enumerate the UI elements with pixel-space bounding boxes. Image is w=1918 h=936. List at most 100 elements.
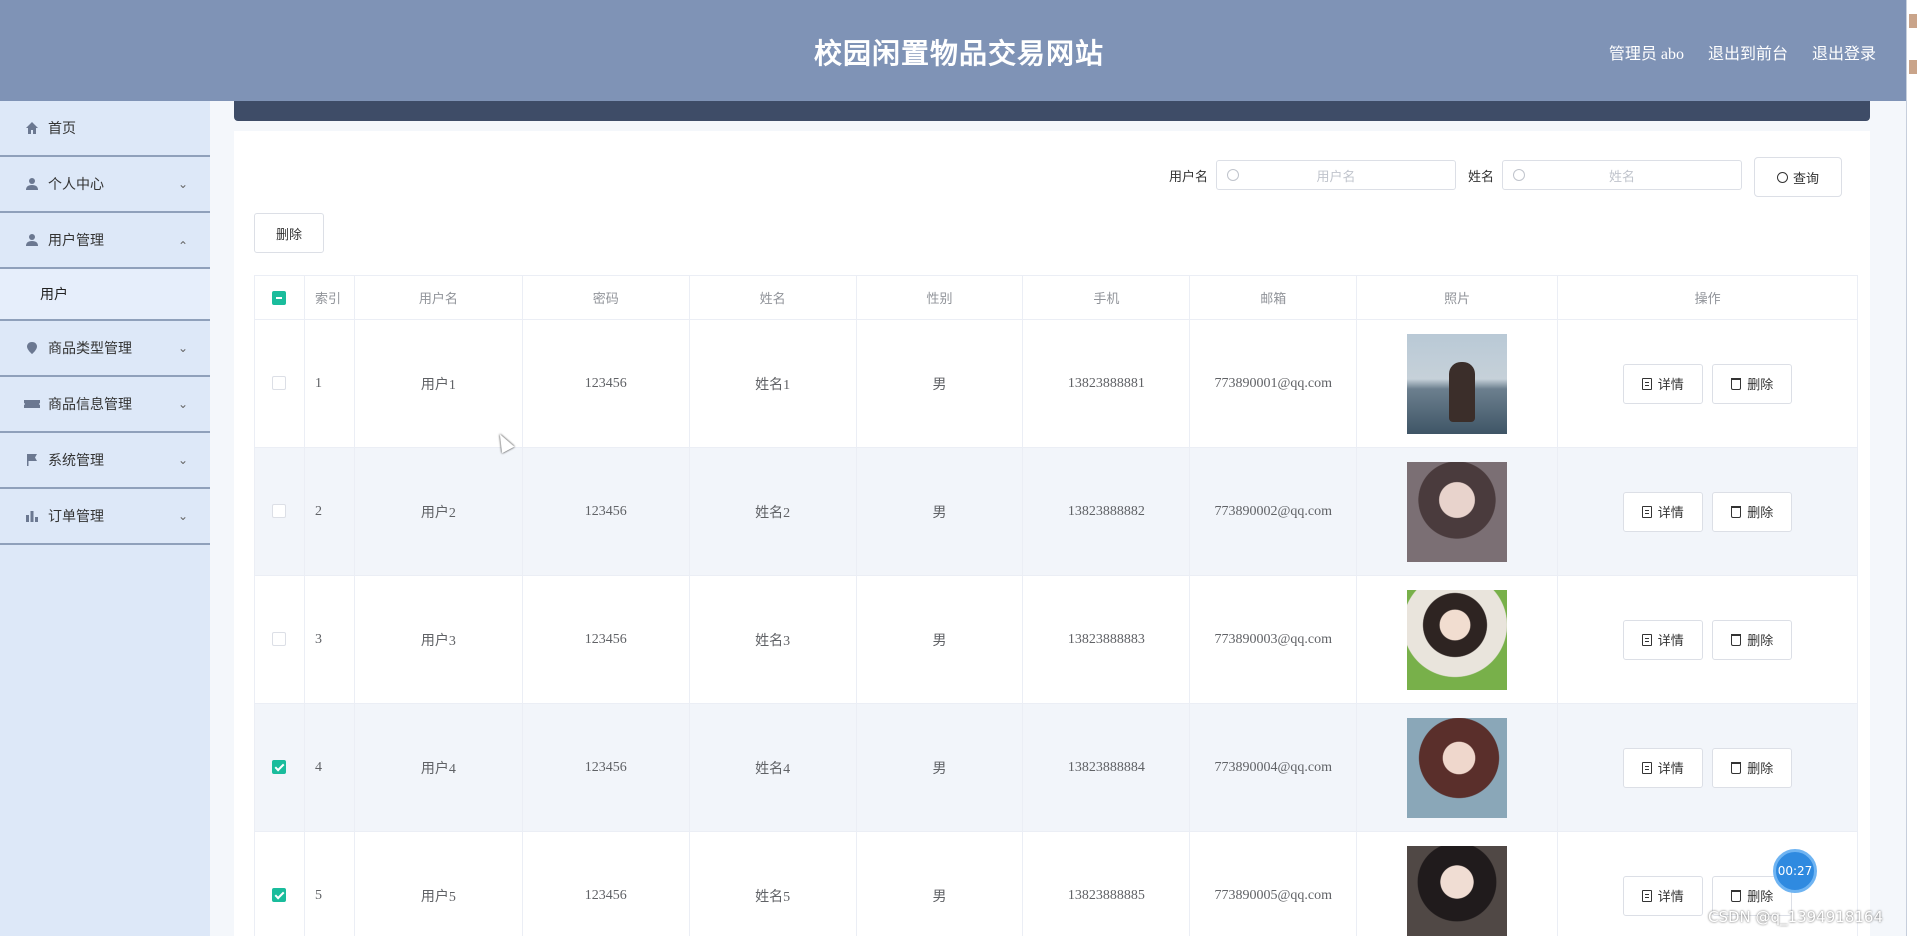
- index-cell: 1: [303, 319, 355, 448]
- password-cell: 123456: [521, 703, 690, 832]
- sidebar-item-category-management[interactable]: 商品类型管理 ⌄: [0, 321, 210, 377]
- chevron-down-icon: ⌄: [177, 341, 188, 355]
- user-photo[interactable]: [1407, 589, 1508, 690]
- username-search-input[interactable]: 用户名: [1215, 160, 1456, 190]
- batch-delete-button[interactable]: 删除: [254, 213, 324, 253]
- chevron-up-icon: ⌃: [177, 239, 188, 253]
- email-cell: 773890001@qq.com: [1189, 319, 1358, 448]
- detail-button[interactable]: 详情: [1622, 875, 1703, 916]
- password-cell: 123456: [521, 447, 690, 576]
- select-all-cell: [254, 275, 305, 320]
- row-select-cell: [254, 319, 305, 448]
- detail-button[interactable]: 详情: [1622, 747, 1703, 788]
- username-cell: 用户3: [353, 575, 523, 704]
- sidebar-item-label: 系统管理: [48, 453, 104, 469]
- password-cell: 123456: [521, 319, 690, 448]
- detail-label: 详情: [1657, 634, 1684, 649]
- select-all-checkbox[interactable]: [272, 290, 287, 305]
- exit-to-front-link[interactable]: 退出到前台: [1708, 40, 1788, 64]
- user-photo[interactable]: [1407, 333, 1508, 434]
- name-cell: 姓名3: [688, 575, 857, 704]
- delete-button[interactable]: 删除: [1712, 363, 1793, 404]
- trash-icon: [1731, 633, 1742, 646]
- delete-button[interactable]: 删除: [1712, 491, 1793, 532]
- phone-cell: 13823888885: [1022, 831, 1191, 936]
- document-icon: [1641, 505, 1652, 518]
- main-content: 用户名 用户名 姓名 姓名 查询 删除 索引 用户名 密码 姓名 性别 手机 邮…: [210, 101, 1906, 936]
- phone-cell: 13823888882: [1022, 447, 1191, 576]
- photo-cell: [1356, 575, 1559, 704]
- document-icon: [1641, 633, 1652, 646]
- detail-label: 详情: [1657, 890, 1684, 905]
- logout-link[interactable]: 退出登录: [1812, 40, 1876, 64]
- sidebar-item-user-management[interactable]: 用户管理 ⌃: [0, 213, 210, 269]
- delete-button[interactable]: 删除: [1712, 747, 1793, 788]
- user-photo[interactable]: [1407, 717, 1508, 818]
- name-search-label: 姓名: [1467, 169, 1494, 185]
- row-checkbox[interactable]: [272, 376, 287, 391]
- gender-cell: 男: [855, 831, 1024, 936]
- sidebar-item-label: 个人中心: [48, 177, 104, 193]
- detail-label: 详情: [1657, 762, 1684, 777]
- recording-timer[interactable]: 00:27: [1773, 849, 1817, 893]
- flag-icon: [24, 452, 40, 468]
- sidebar-item-label: 商品类型管理: [48, 341, 132, 357]
- detail-button[interactable]: 详情: [1622, 363, 1703, 404]
- actions-cell: 详情 删除: [1557, 319, 1858, 448]
- row-checkbox[interactable]: [272, 888, 287, 903]
- sidebar-item-label: 首页: [48, 121, 76, 137]
- sidebar-item-system-management[interactable]: 系统管理 ⌄: [0, 433, 210, 489]
- trash-icon: [1731, 761, 1742, 774]
- sidebar-item-label: 订单管理: [48, 509, 104, 525]
- row-select-cell: [254, 447, 305, 576]
- table-row: 1 用户1 123456 姓名1 男 13823888881 773890001…: [254, 319, 1858, 448]
- name-search-input[interactable]: 姓名: [1502, 160, 1742, 190]
- table-header-row: 索引 用户名 密码 姓名 性别 手机 邮箱 照片 操作: [254, 275, 1858, 320]
- sidebar-item-home[interactable]: 首页: [0, 101, 210, 157]
- user-list-panel: 用户名 用户名 姓名 姓名 查询 删除 索引 用户名 密码 姓名 性别 手机 邮…: [234, 131, 1870, 936]
- index-cell: 4: [303, 703, 355, 832]
- password-cell: 123456: [521, 575, 690, 704]
- admin-label: 管理员 abo: [1608, 46, 1684, 63]
- home-icon: [24, 120, 40, 136]
- trash-icon: [1731, 377, 1742, 390]
- photo-cell: [1356, 831, 1559, 936]
- delete-label: 删除: [1747, 506, 1774, 521]
- top-header: 校园闲置物品交易网站 管理员 abo 退出到前台 退出登录: [0, 0, 1918, 101]
- query-button[interactable]: 查询: [1754, 157, 1842, 197]
- username-cell: 用户2: [353, 447, 523, 576]
- detail-button[interactable]: 详情: [1622, 619, 1703, 660]
- email-cell: 773890002@qq.com: [1189, 447, 1358, 576]
- sidebar-item-product-management[interactable]: 商品信息管理 ⌄: [0, 377, 210, 433]
- sidebar-item-order-management[interactable]: 订单管理 ⌄: [0, 489, 210, 545]
- delete-button[interactable]: 删除: [1712, 619, 1793, 660]
- index-cell: 3: [303, 575, 355, 704]
- row-checkbox[interactable]: [272, 760, 287, 775]
- user-photo[interactable]: [1407, 461, 1508, 562]
- sidebar-item-personal-center[interactable]: 个人中心 ⌄: [0, 157, 210, 213]
- delete-label: 删除: [1747, 378, 1774, 393]
- sidebar: 首页 个人中心 ⌄ 用户管理 ⌃ 用户 商品类型管理 ⌄ 商品信息管理 ⌄ 系统…: [0, 101, 210, 936]
- row-checkbox[interactable]: [272, 504, 287, 519]
- detail-button[interactable]: 详情: [1622, 491, 1703, 532]
- gender-cell: 男: [855, 575, 1024, 704]
- user-icon: [24, 232, 40, 248]
- phone-cell: 13823888883: [1022, 575, 1191, 704]
- name-cell: 姓名2: [688, 447, 857, 576]
- sidebar-subitem-users[interactable]: 用户: [0, 269, 210, 321]
- photo-cell: [1356, 703, 1559, 832]
- ticket-icon: [24, 396, 40, 412]
- delete-label: 删除: [1747, 634, 1774, 649]
- column-header: 照片: [1356, 275, 1559, 320]
- location-icon: [24, 340, 40, 356]
- column-header: 邮箱: [1189, 275, 1358, 320]
- chevron-down-icon: ⌄: [177, 177, 188, 191]
- bar-chart-icon: [24, 508, 40, 524]
- search-icon: [1513, 169, 1525, 181]
- sidebar-item-label: 商品信息管理: [48, 397, 132, 413]
- column-header: 姓名: [688, 275, 857, 320]
- user-photo[interactable]: [1407, 845, 1508, 936]
- watermark: CSDN @q_1394918164: [1708, 908, 1883, 926]
- row-checkbox[interactable]: [272, 632, 287, 647]
- email-cell: 773890004@qq.com: [1189, 703, 1358, 832]
